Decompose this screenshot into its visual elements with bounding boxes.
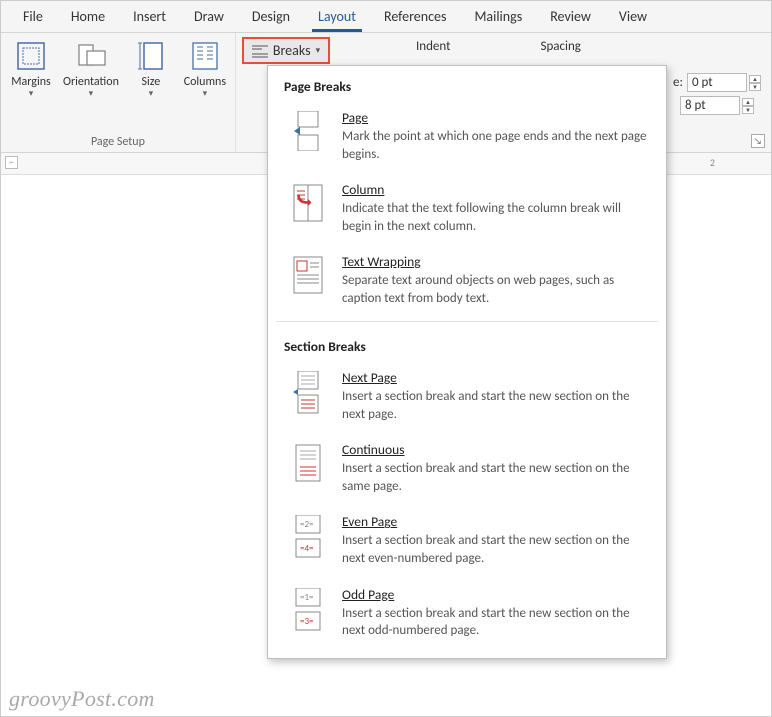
- menu-item-even-page[interactable]: =2==4= Even Page Insert a section break …: [268, 505, 666, 577]
- spacing-before[interactable]: e: 0 pt ▲▼: [673, 73, 761, 92]
- tab-references[interactable]: References: [370, 2, 460, 31]
- tab-file[interactable]: File: [9, 2, 57, 31]
- continuous-icon: [290, 441, 326, 495]
- spinner-down-icon[interactable]: ▼: [742, 106, 754, 114]
- orientation-button[interactable]: Orientation ▾: [59, 35, 123, 99]
- menu-item-continuous[interactable]: Continuous Insert a section break and st…: [268, 433, 666, 505]
- chevron-down-icon: ▾: [89, 88, 94, 99]
- breaks-button[interactable]: Breaks ▾: [242, 37, 330, 64]
- next-page-icon: [290, 369, 326, 423]
- page-break-icon: [290, 109, 326, 163]
- breaks-dropdown: Page Breaks Page Mark the point at which…: [267, 65, 667, 659]
- spinner-up-icon[interactable]: ▲: [749, 75, 761, 83]
- chevron-down-icon: ▾: [149, 88, 154, 99]
- tab-review[interactable]: Review: [536, 2, 605, 31]
- ruler-tick-2: 2: [710, 156, 715, 169]
- spacing-after[interactable]: 8 pt ▲▼: [673, 96, 761, 115]
- size-button[interactable]: Size ▾: [125, 35, 177, 99]
- spacing-label: Spacing: [540, 39, 580, 54]
- dialog-launcher-icon[interactable]: ↘: [751, 134, 765, 148]
- breaks-icon: [252, 44, 268, 58]
- svg-text:=2=: =2=: [300, 519, 314, 530]
- tab-design[interactable]: Design: [238, 2, 304, 31]
- spacing-controls: e: 0 pt ▲▼ 8 pt ▲▼: [673, 73, 761, 115]
- tab-view[interactable]: View: [605, 2, 661, 31]
- indent-spacing-labels: Indent Spacing: [416, 39, 581, 54]
- menu-item-odd-page[interactable]: =1==3= Odd Page Insert a section break a…: [268, 578, 666, 650]
- spinner-up-icon[interactable]: ▲: [742, 98, 754, 106]
- margins-button[interactable]: Margins ▾: [5, 35, 57, 99]
- even-page-icon: =2= =4=: [290, 513, 326, 567]
- chevron-down-icon: ▾: [29, 88, 34, 99]
- group-page-setup: Margins ▾ Orientation ▾ Size ▾: [1, 33, 236, 152]
- spinner-down-icon[interactable]: ▼: [749, 83, 761, 91]
- svg-text:=3=: =3=: [300, 616, 314, 627]
- dropdown-header-page-breaks: Page Breaks: [268, 66, 666, 101]
- spacing-after-input[interactable]: 8 pt: [680, 96, 740, 115]
- watermark: groovyPost.com: [9, 686, 155, 712]
- spacing-before-input[interactable]: 0 pt: [687, 73, 747, 92]
- dropdown-header-section-breaks: Section Breaks: [268, 326, 666, 361]
- chevron-down-icon: ▾: [316, 45, 321, 56]
- columns-icon: [188, 39, 222, 73]
- menu-item-column[interactable]: Column Indicate that the text following …: [268, 173, 666, 245]
- ruler-corner-icon[interactable]: ⌐: [5, 156, 18, 169]
- indent-label: Indent: [416, 39, 450, 54]
- tab-home[interactable]: Home: [57, 2, 119, 31]
- svg-text:=1=: =1=: [300, 592, 314, 603]
- text-wrapping-icon: [290, 253, 326, 307]
- margins-icon: [14, 39, 48, 73]
- group-label-page-setup: Page Setup: [5, 132, 231, 152]
- columns-button[interactable]: Columns ▾: [179, 35, 231, 99]
- tab-layout[interactable]: Layout: [304, 2, 370, 31]
- tab-insert[interactable]: Insert: [119, 2, 180, 31]
- tab-draw[interactable]: Draw: [180, 2, 238, 31]
- size-icon: [134, 39, 168, 73]
- menu-item-page[interactable]: Page Mark the point at which one page en…: [268, 101, 666, 173]
- tabs-bar: File Home Insert Draw Design Layout Refe…: [1, 1, 771, 33]
- odd-page-icon: =1= =3=: [290, 586, 326, 640]
- chevron-down-icon: ▾: [203, 88, 208, 99]
- tab-mailings[interactable]: Mailings: [460, 2, 536, 31]
- menu-item-next-page[interactable]: Next Page Insert a section break and sta…: [268, 361, 666, 433]
- column-break-icon: [290, 181, 326, 235]
- orientation-icon: [74, 39, 108, 73]
- svg-text:=4=: =4=: [300, 543, 314, 554]
- menu-item-text-wrapping[interactable]: Text Wrapping Separate text around objec…: [268, 245, 666, 317]
